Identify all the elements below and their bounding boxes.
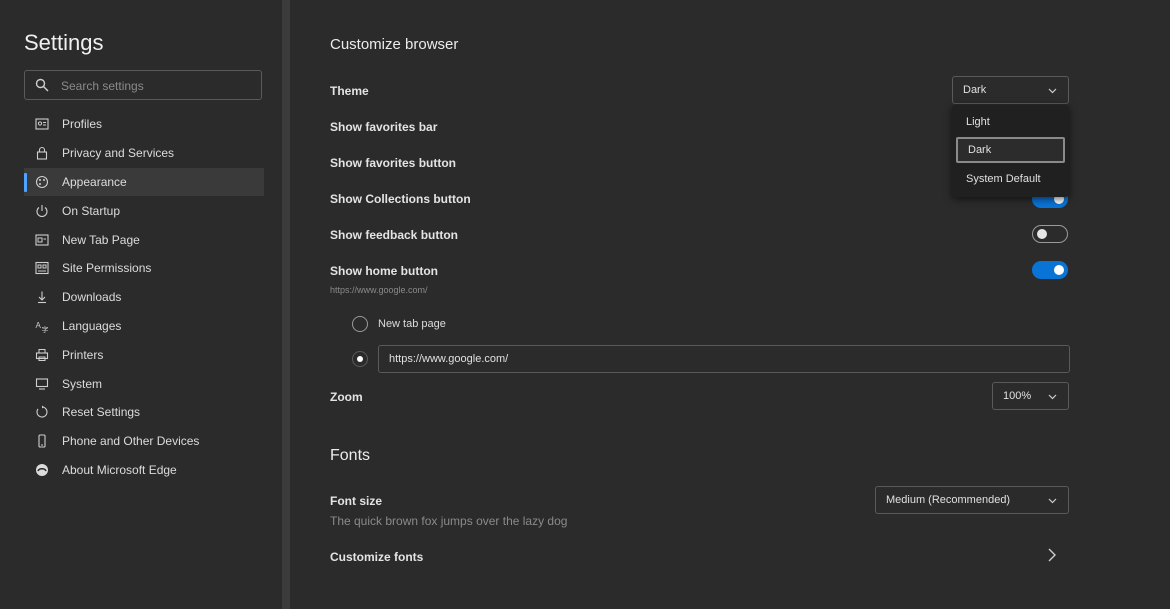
sidebar-item-profiles[interactable]: Profiles bbox=[24, 110, 264, 139]
font-size-label: Font size bbox=[330, 494, 383, 508]
newtab-icon bbox=[34, 232, 50, 248]
custom-url-radio[interactable] bbox=[352, 351, 368, 367]
sidebar-item-phone-devices[interactable]: Phone and Other Devices bbox=[24, 427, 264, 456]
sidebar-item-printers[interactable]: Printers bbox=[24, 340, 264, 369]
new-tab-page-label: New tab page bbox=[378, 318, 446, 330]
new-tab-page-radio[interactable] bbox=[352, 316, 368, 332]
theme-label: Theme bbox=[330, 84, 369, 98]
sidebar-item-label: Downloads bbox=[62, 290, 122, 305]
sidebar-item-label: Printers bbox=[62, 347, 104, 362]
font-size-value: Medium (Recommended) bbox=[886, 494, 1011, 506]
profile-icon bbox=[34, 116, 50, 132]
power-icon bbox=[34, 203, 50, 219]
font-sample-text: The quick brown fox jumps over the lazy … bbox=[330, 514, 568, 528]
sidebar-item-privacy[interactable]: Privacy and Services bbox=[24, 139, 264, 168]
sidebar-item-languages[interactable]: A字 Languages bbox=[24, 312, 264, 341]
download-icon bbox=[34, 289, 50, 305]
sidebar-item-label: About Microsoft Edge bbox=[62, 462, 177, 477]
fonts-title: Fonts bbox=[330, 447, 371, 464]
edge-icon bbox=[34, 462, 50, 478]
zoom-dropdown[interactable]: 100% bbox=[992, 382, 1069, 410]
theme-option-dark[interactable]: Dark bbox=[956, 137, 1065, 163]
sidebar-item-label: Languages bbox=[62, 318, 122, 333]
radio-dot bbox=[357, 356, 363, 362]
favorites-button-label: Show favorites button bbox=[330, 156, 456, 170]
sidebar-nav: Profiles Privacy and Services Appearance… bbox=[24, 110, 264, 484]
sidebar-item-label: System bbox=[62, 376, 103, 391]
chevron-down-icon bbox=[1048, 88, 1057, 94]
sidebar: Settings Profiles Privacy and Services A… bbox=[0, 0, 282, 609]
feedback-toggle[interactable] bbox=[1032, 225, 1068, 243]
sidebar-item-site-permissions[interactable]: Site Permissions bbox=[24, 254, 264, 283]
sidebar-item-label: Phone and Other Devices bbox=[62, 434, 200, 449]
search-icon bbox=[35, 78, 49, 92]
customize-browser-title: Customize browser bbox=[330, 36, 459, 53]
customize-fonts-label[interactable]: Customize fonts bbox=[330, 550, 423, 564]
sidebar-item-system[interactable]: System bbox=[24, 369, 264, 398]
system-icon bbox=[34, 376, 50, 392]
sidebar-item-label: Reset Settings bbox=[62, 405, 141, 420]
zoom-value: 100% bbox=[1003, 390, 1032, 402]
sidebar-item-label: Privacy and Services bbox=[62, 146, 175, 161]
sidebar-item-new-tab-page[interactable]: New Tab Page bbox=[24, 225, 264, 254]
feedback-button-label: Show feedback button bbox=[330, 228, 459, 242]
sidebar-item-label: New Tab Page bbox=[62, 232, 140, 247]
printer-icon bbox=[34, 347, 50, 363]
toggle-knob bbox=[1054, 265, 1064, 275]
home-button-url-sub: https://www.google.com/ bbox=[330, 285, 428, 295]
theme-menu: Light Dark System Default bbox=[952, 105, 1069, 197]
appearance-icon bbox=[34, 174, 50, 190]
reset-icon bbox=[34, 404, 50, 420]
sidebar-item-on-startup[interactable]: On Startup bbox=[24, 196, 264, 225]
theme-dropdown[interactable]: Dark bbox=[952, 76, 1069, 104]
sidebar-title: Settings bbox=[24, 30, 104, 55]
sidebar-item-label: Appearance bbox=[62, 174, 127, 189]
home-button-toggle[interactable] bbox=[1032, 261, 1068, 279]
sidebar-item-label: Site Permissions bbox=[62, 261, 152, 276]
search-input[interactable] bbox=[59, 75, 259, 97]
phone-icon bbox=[34, 433, 50, 449]
home-url-input[interactable] bbox=[378, 345, 1070, 373]
font-size-dropdown[interactable]: Medium (Recommended) bbox=[875, 486, 1069, 514]
sidebar-item-label: Profiles bbox=[62, 117, 103, 132]
sidebar-item-appearance[interactable]: Appearance bbox=[24, 167, 264, 197]
lock-icon bbox=[34, 145, 50, 161]
sidebar-item-label: On Startup bbox=[62, 203, 121, 218]
chevron-down-icon bbox=[1048, 394, 1057, 400]
theme-option-system-default[interactable]: System Default bbox=[956, 166, 1065, 192]
sidebar-divider bbox=[282, 0, 290, 609]
home-button-label: Show home button bbox=[330, 264, 438, 278]
theme-option-light[interactable]: Light bbox=[956, 109, 1065, 135]
collections-button-label: Show Collections button bbox=[330, 192, 471, 206]
sidebar-item-reset-settings[interactable]: Reset Settings bbox=[24, 398, 264, 427]
svg-text:字: 字 bbox=[42, 325, 49, 333]
permissions-icon bbox=[34, 260, 50, 276]
sidebar-item-downloads[interactable]: Downloads bbox=[24, 283, 264, 312]
search-box[interactable] bbox=[24, 70, 262, 100]
chevron-down-icon bbox=[1048, 498, 1057, 504]
language-icon: A字 bbox=[34, 318, 50, 334]
toggle-knob bbox=[1037, 229, 1047, 239]
favorites-bar-label: Show favorites bar bbox=[330, 120, 438, 134]
chevron-right-icon[interactable] bbox=[1045, 547, 1059, 563]
theme-value: Dark bbox=[963, 84, 987, 96]
sidebar-item-about-edge[interactable]: About Microsoft Edge bbox=[24, 456, 264, 485]
zoom-label: Zoom bbox=[330, 390, 363, 404]
main-panel: Customize browser Theme Dark Show favori… bbox=[290, 0, 1170, 609]
